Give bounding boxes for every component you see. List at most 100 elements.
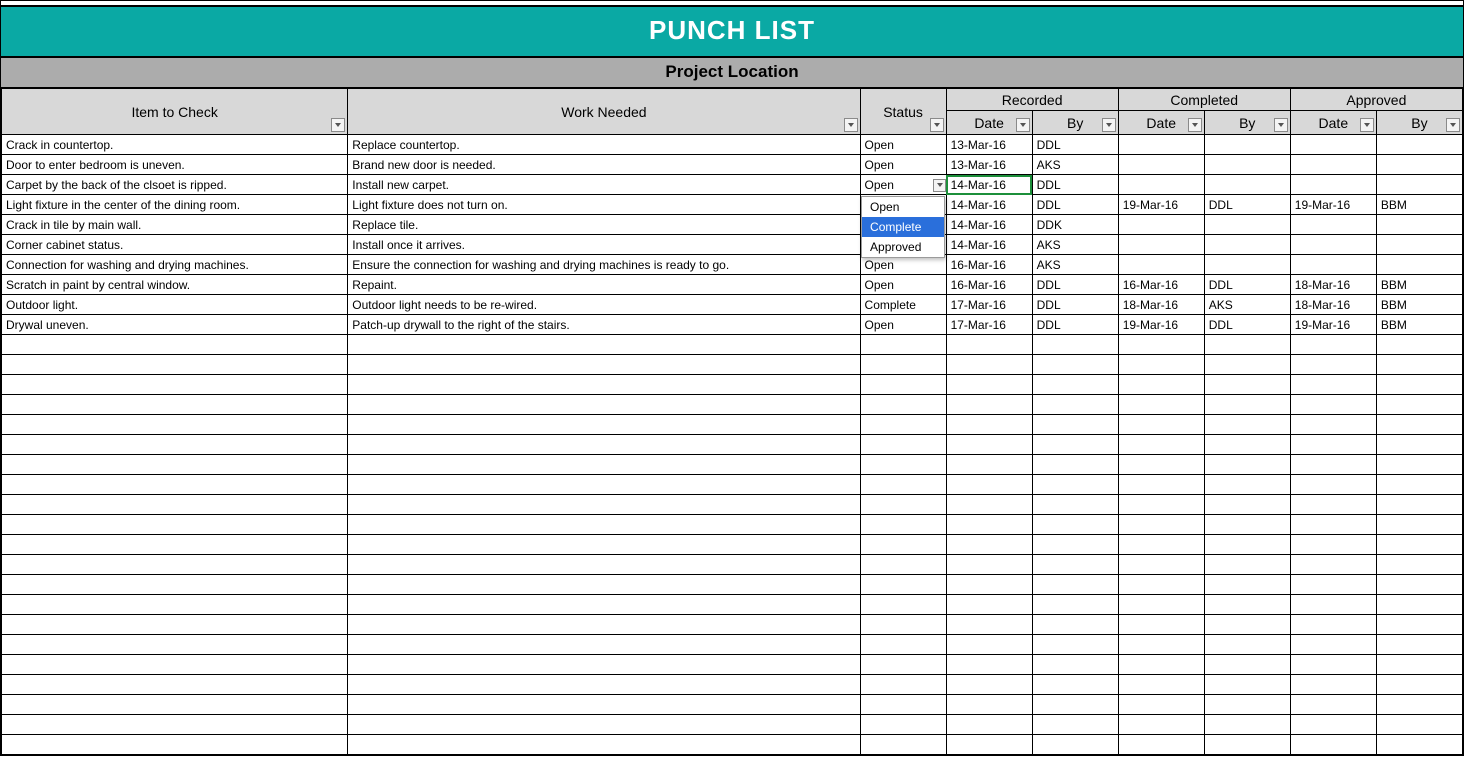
cell-recorded-date[interactable]	[946, 535, 1032, 555]
cell-approved-date[interactable]	[1290, 675, 1376, 695]
cell-status[interactable]	[860, 575, 946, 595]
cell-status[interactable]: Open	[860, 315, 946, 335]
cell-approved-date[interactable]	[1290, 515, 1376, 535]
cell-item[interactable]	[2, 475, 348, 495]
cell-recorded-by[interactable]	[1032, 595, 1118, 615]
cell-approved-by[interactable]	[1376, 575, 1462, 595]
col-header-completed-by[interactable]: By	[1204, 111, 1290, 135]
cell-approved-date[interactable]	[1290, 715, 1376, 735]
cell-recorded-by[interactable]	[1032, 435, 1118, 455]
cell-approved-date[interactable]: 18-Mar-16	[1290, 275, 1376, 295]
cell-completed-by[interactable]	[1204, 735, 1290, 755]
cell-approved-by[interactable]	[1376, 735, 1462, 755]
cell-status[interactable]	[860, 635, 946, 655]
filter-icon[interactable]	[1102, 118, 1116, 132]
cell-recorded-date[interactable]	[946, 375, 1032, 395]
cell-completed-by[interactable]	[1204, 415, 1290, 435]
cell-recorded-by[interactable]: AKS	[1032, 155, 1118, 175]
cell-work[interactable]	[348, 575, 860, 595]
cell-status[interactable]: Open	[860, 255, 946, 275]
cell-completed-date[interactable]	[1118, 335, 1204, 355]
cell-recorded-date[interactable]	[946, 495, 1032, 515]
cell-recorded-date[interactable]	[946, 575, 1032, 595]
cell-status[interactable]	[860, 375, 946, 395]
cell-approved-by[interactable]	[1376, 255, 1462, 275]
cell-recorded-by[interactable]	[1032, 475, 1118, 495]
cell-recorded-by[interactable]	[1032, 635, 1118, 655]
cell-completed-by[interactable]	[1204, 675, 1290, 695]
cell-recorded-date[interactable]	[946, 595, 1032, 615]
cell-status[interactable]	[860, 675, 946, 695]
cell-approved-by[interactable]	[1376, 355, 1462, 375]
cell-approved-date[interactable]	[1290, 495, 1376, 515]
cell-work[interactable]	[348, 435, 860, 455]
cell-completed-date[interactable]	[1118, 595, 1204, 615]
cell-completed-by[interactable]: DDL	[1204, 275, 1290, 295]
cell-completed-date[interactable]	[1118, 355, 1204, 375]
cell-recorded-date[interactable]	[946, 435, 1032, 455]
cell-approved-by[interactable]	[1376, 635, 1462, 655]
cell-recorded-date[interactable]	[946, 455, 1032, 475]
cell-work[interactable]: Brand new door is needed.	[348, 155, 860, 175]
cell-completed-date[interactable]	[1118, 735, 1204, 755]
cell-completed-by[interactable]	[1204, 375, 1290, 395]
cell-completed-by[interactable]	[1204, 515, 1290, 535]
cell-recorded-date[interactable]	[946, 615, 1032, 635]
cell-item[interactable]: Corner cabinet status.	[2, 235, 348, 255]
cell-approved-date[interactable]	[1290, 415, 1376, 435]
dropdown-option[interactable]: Complete	[862, 217, 944, 237]
cell-recorded-date[interactable]	[946, 475, 1032, 495]
cell-approved-by[interactable]	[1376, 655, 1462, 675]
cell-completed-date[interactable]	[1118, 155, 1204, 175]
col-header-completed-date[interactable]: Date	[1118, 111, 1204, 135]
cell-recorded-by[interactable]	[1032, 535, 1118, 555]
cell-work[interactable]	[348, 535, 860, 555]
cell-work[interactable]	[348, 395, 860, 415]
cell-completed-by[interactable]	[1204, 695, 1290, 715]
filter-icon[interactable]	[1274, 118, 1288, 132]
cell-item[interactable]: Carpet by the back of the clsoet is ripp…	[2, 175, 348, 195]
cell-recorded-by[interactable]	[1032, 715, 1118, 735]
cell-approved-by[interactable]: BBM	[1376, 275, 1462, 295]
filter-icon[interactable]	[1360, 118, 1374, 132]
cell-work[interactable]	[348, 655, 860, 675]
cell-recorded-by[interactable]	[1032, 655, 1118, 675]
cell-item[interactable]: Crack in countertop.	[2, 135, 348, 155]
cell-status[interactable]	[860, 735, 946, 755]
cell-completed-by[interactable]	[1204, 255, 1290, 275]
cell-completed-date[interactable]	[1118, 395, 1204, 415]
cell-approved-by[interactable]	[1376, 155, 1462, 175]
cell-completed-date[interactable]	[1118, 135, 1204, 155]
cell-approved-by[interactable]: BBM	[1376, 195, 1462, 215]
cell-status[interactable]	[860, 655, 946, 675]
cell-item[interactable]: Outdoor light.	[2, 295, 348, 315]
cell-approved-date[interactable]	[1290, 615, 1376, 635]
col-header-recorded-by[interactable]: By	[1032, 111, 1118, 135]
cell-approved-date[interactable]: 19-Mar-16	[1290, 195, 1376, 215]
cell-item[interactable]	[2, 375, 348, 395]
cell-approved-by[interactable]	[1376, 715, 1462, 735]
cell-status[interactable]	[860, 355, 946, 375]
cell-completed-date[interactable]: 16-Mar-16	[1118, 275, 1204, 295]
cell-completed-date[interactable]	[1118, 715, 1204, 735]
cell-completed-date[interactable]	[1118, 495, 1204, 515]
cell-recorded-by[interactable]: DDL	[1032, 315, 1118, 335]
cell-approved-by[interactable]	[1376, 695, 1462, 715]
cell-recorded-date[interactable]	[946, 635, 1032, 655]
cell-approved-by[interactable]	[1376, 615, 1462, 635]
cell-work[interactable]	[348, 615, 860, 635]
cell-approved-by[interactable]	[1376, 135, 1462, 155]
cell-item[interactable]	[2, 495, 348, 515]
cell-recorded-date[interactable]: 14-Mar-16	[946, 175, 1032, 195]
cell-recorded-by[interactable]	[1032, 695, 1118, 715]
filter-icon[interactable]	[1016, 118, 1030, 132]
cell-completed-date[interactable]: 18-Mar-16	[1118, 295, 1204, 315]
cell-recorded-by[interactable]	[1032, 415, 1118, 435]
cell-approved-date[interactable]: 18-Mar-16	[1290, 295, 1376, 315]
cell-item[interactable]: Light fixture in the center of the dinin…	[2, 195, 348, 215]
cell-status[interactable]	[860, 335, 946, 355]
cell-approved-by[interactable]: BBM	[1376, 315, 1462, 335]
cell-recorded-by[interactable]	[1032, 735, 1118, 755]
cell-approved-date[interactable]	[1290, 655, 1376, 675]
cell-recorded-date[interactable]	[946, 555, 1032, 575]
